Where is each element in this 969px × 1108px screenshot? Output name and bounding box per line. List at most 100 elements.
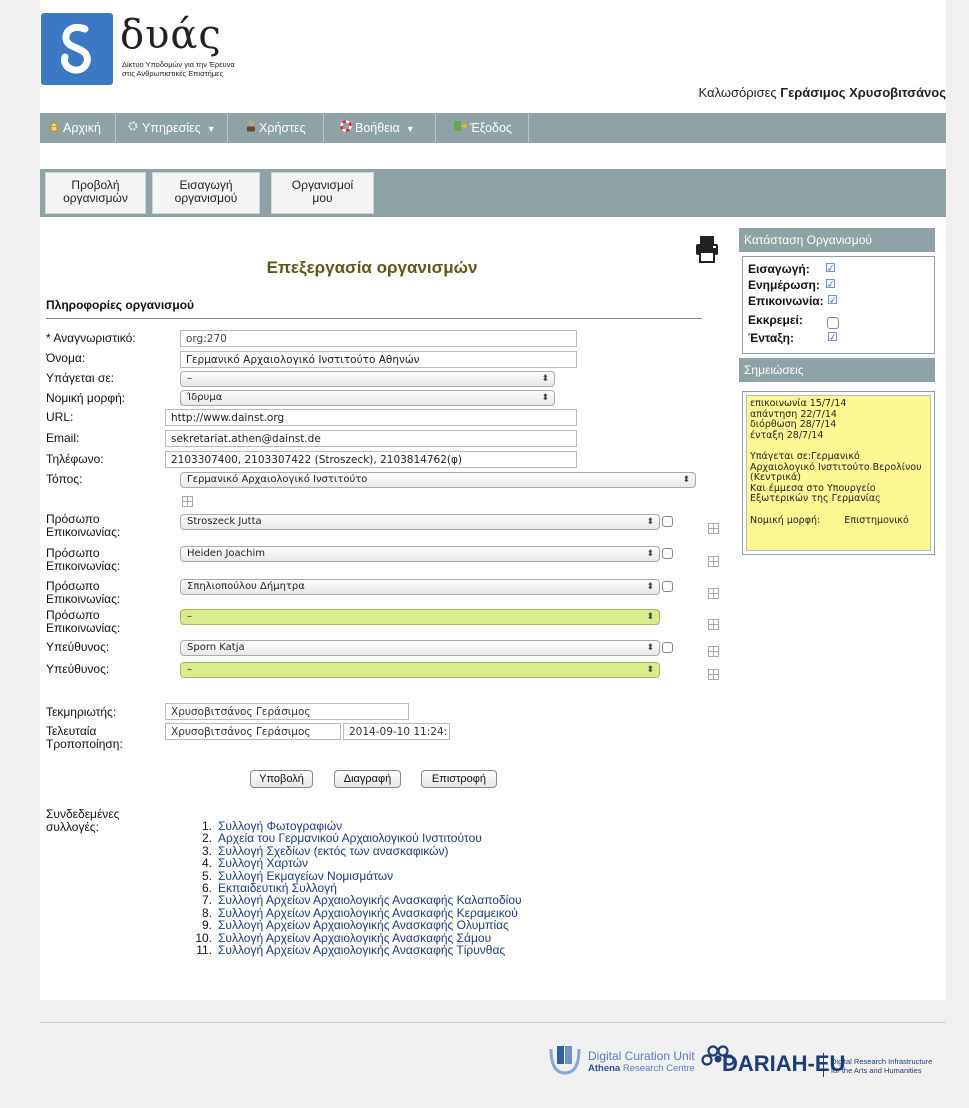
contact-select-2[interactable]: Heiden Joachim ⬍ [180,546,660,562]
status-panel-title: Κατάσταση Οργανισμού [739,228,935,252]
responsible-select-2[interactable]: – ⬍ [180,662,660,678]
dcu-subtitle: Athena Research Centre [588,1063,695,1074]
contact-label-text: Επικοινωνίας: [46,559,121,573]
legal-form-label: Νομική μορφή: [46,391,126,405]
nav-logout[interactable]: Έξοδος [445,113,520,143]
chevron-down-icon: ▼ [206,124,216,134]
status-insert-label: Εισαγωγή: [748,262,810,276]
contact-checkbox-3[interactable] [662,581,673,592]
add-contact-icon[interactable] [708,523,719,534]
responsible-select-value: Sporn Katja [187,642,245,653]
add-contact-icon[interactable] [708,588,719,599]
responsible-checkbox-1[interactable] [662,642,673,653]
contact-select-1[interactable]: Stroszeck Jutta ⬍ [180,514,660,530]
contact-label-1: Πρόσωπο Επικοινωνίας: [46,513,120,539]
nav-separator [323,113,324,143]
tab-view-label-2: οργανισμών [63,191,128,205]
email-field[interactable]: sekretariat.athen@dainst.de [165,430,577,447]
id-label: * Αναγνωριστικό: [46,331,136,345]
delete-button[interactable]: Διαγραφή [334,770,401,788]
user-icon [246,113,256,143]
contact-select-3[interactable]: Σπηλιοπούλου Δήμητρα ⬍ [180,579,660,595]
back-button[interactable]: Επιστροφή [421,770,497,788]
name-label: Όνομα: [46,351,86,365]
checked-icon[interactable]: ☑ [825,262,836,274]
contact-checkbox-2[interactable] [662,548,673,559]
collection-link[interactable]: Συλλογή Αρχείων Αρχαιολογικής Ανασκαφής … [218,943,505,957]
nav-home-label: Αρχική [63,121,101,135]
legal-form-select-value: Ίδρυμα [187,392,223,403]
id-field[interactable]: org:270 [180,330,577,347]
place-select[interactable]: Γερμανικό Αρχαιολογικό Ινστιτούτο ⬍ [180,472,696,488]
exit-icon [453,113,468,143]
checked-icon[interactable]: ☑ [827,294,838,306]
list-number: 7. [201,893,212,908]
add-responsible-icon[interactable] [708,669,719,680]
dariah-subtitle: Digital Research Infrastructure for the … [831,1057,932,1075]
documenter-field[interactable]: Χρυσοβιτσάνος Γεράσιμος [165,703,409,720]
nav-help[interactable]: Βοήθεια ▼ [332,113,423,143]
select-arrows-icon: ⬍ [646,549,654,559]
welcome-user[interactable]: Γεράσιμος Χρυσοβιτσάνος [780,85,946,100]
add-contact-icon[interactable] [708,556,719,567]
add-place-icon[interactable] [182,496,193,507]
email-label: Email: [46,431,80,445]
dyas-logo[interactable] [41,13,113,85]
organization-subnav: Προβολή οργανισμών Εισαγωγή οργανισμού Ο… [40,169,946,217]
nav-separator [115,113,116,143]
nav-services[interactable]: Υπηρεσίες ▼ [119,113,224,143]
home-icon [48,113,60,143]
responsible-select-value: – [187,664,192,675]
note-line: ένταξη 28/7/14 [750,429,824,441]
tab-my-organizations[interactable]: Οργανισμοί μου [271,172,374,214]
notes-panel: επικοινωνία 15/7/14 απάντηση 22/7/14 διό… [742,391,935,555]
contact-select-value: Heiden Joachim [187,548,266,559]
parent-select[interactable]: – ⬍ [180,371,555,387]
contact-label-text: Επικοινωνίας: [46,621,121,635]
dariah-name: DARIAH-EU [722,1051,846,1076]
notes-textarea[interactable]: επικοινωνία 15/7/14 απάντηση 22/7/14 διό… [746,395,931,551]
select-arrows-icon: ⬍ [646,665,654,675]
add-contact-icon[interactable] [708,619,719,630]
gear-icon [127,113,139,143]
nav-separator [227,113,228,143]
last-modified-date-field[interactable]: 2014-09-10 11:24: [343,723,450,740]
responsible-select-1[interactable]: Sporn Katja ⬍ [180,640,660,656]
contact-checkbox-1[interactable] [662,516,673,527]
select-arrows-icon: ⬍ [646,612,654,622]
url-field[interactable]: http://www.dainst.org [165,409,577,426]
checked-icon[interactable]: ☑ [825,278,836,290]
dcu-subtitle-bold: Athena [588,1063,621,1074]
contact-label-3: Πρόσωπο Επικοινωνίας: [46,580,120,606]
select-arrows-icon: ⬍ [541,374,549,384]
list-number: 2. [201,831,212,846]
phone-field[interactable]: 2103307400, 2103307422 (Stroszeck), 2103… [165,451,577,468]
submit-button[interactable]: Υποβολή [250,770,313,788]
note-line [750,505,927,516]
select-arrows-icon: ⬍ [541,393,549,403]
select-arrows-icon: ⬍ [682,475,690,485]
brand-subtitle: Δίκτυο Υποδομών για την Έρευνα στις Ανθρ… [122,60,235,78]
list-number: 11. [196,943,212,958]
checked-icon[interactable]: ☑ [827,331,838,343]
tab-view-organizations[interactable]: Προβολή οργανισμών [45,172,146,214]
tab-insert-label-2: οργανισμού [174,191,238,205]
nav-help-label: Βοήθεια [355,121,400,135]
main-nav: Αρχική Υπηρεσίες ▼ Χρήστες Βοήθεια ▼ Έξοδο… [40,113,946,143]
last-modified-user-field[interactable]: Χρυσοβιτσάνος Γεράσιμος [165,723,341,740]
dariah-separator [823,1053,824,1077]
legal-form-select[interactable]: Ίδρυμα ⬍ [180,390,555,406]
dcu-subtitle-rest: Research Centre [620,1063,695,1074]
add-responsible-icon[interactable] [708,646,719,657]
contact-select-4[interactable]: – ⬍ [180,609,660,625]
tab-insert-organization[interactable]: Εισαγωγή οργανισμού [152,172,260,214]
note-line: Υπάγεται σε:Γερμανικό [750,450,860,462]
status-pending-checkbox[interactable] [827,317,839,329]
nav-home[interactable]: Αρχική [40,113,109,143]
nav-users[interactable]: Χρήστες [238,113,314,143]
dcu-logo-icon[interactable] [549,1043,581,1075]
welcome-message: Καλωσόρισες Γεράσιμος Χρυσοβιτσάνος [699,85,946,100]
contact-select-value: – [187,611,192,622]
name-field[interactable]: Γερμανικό Αρχαιολογικό Ινστιτούτο Αθηνών [180,351,577,368]
nav-separator [528,113,529,143]
